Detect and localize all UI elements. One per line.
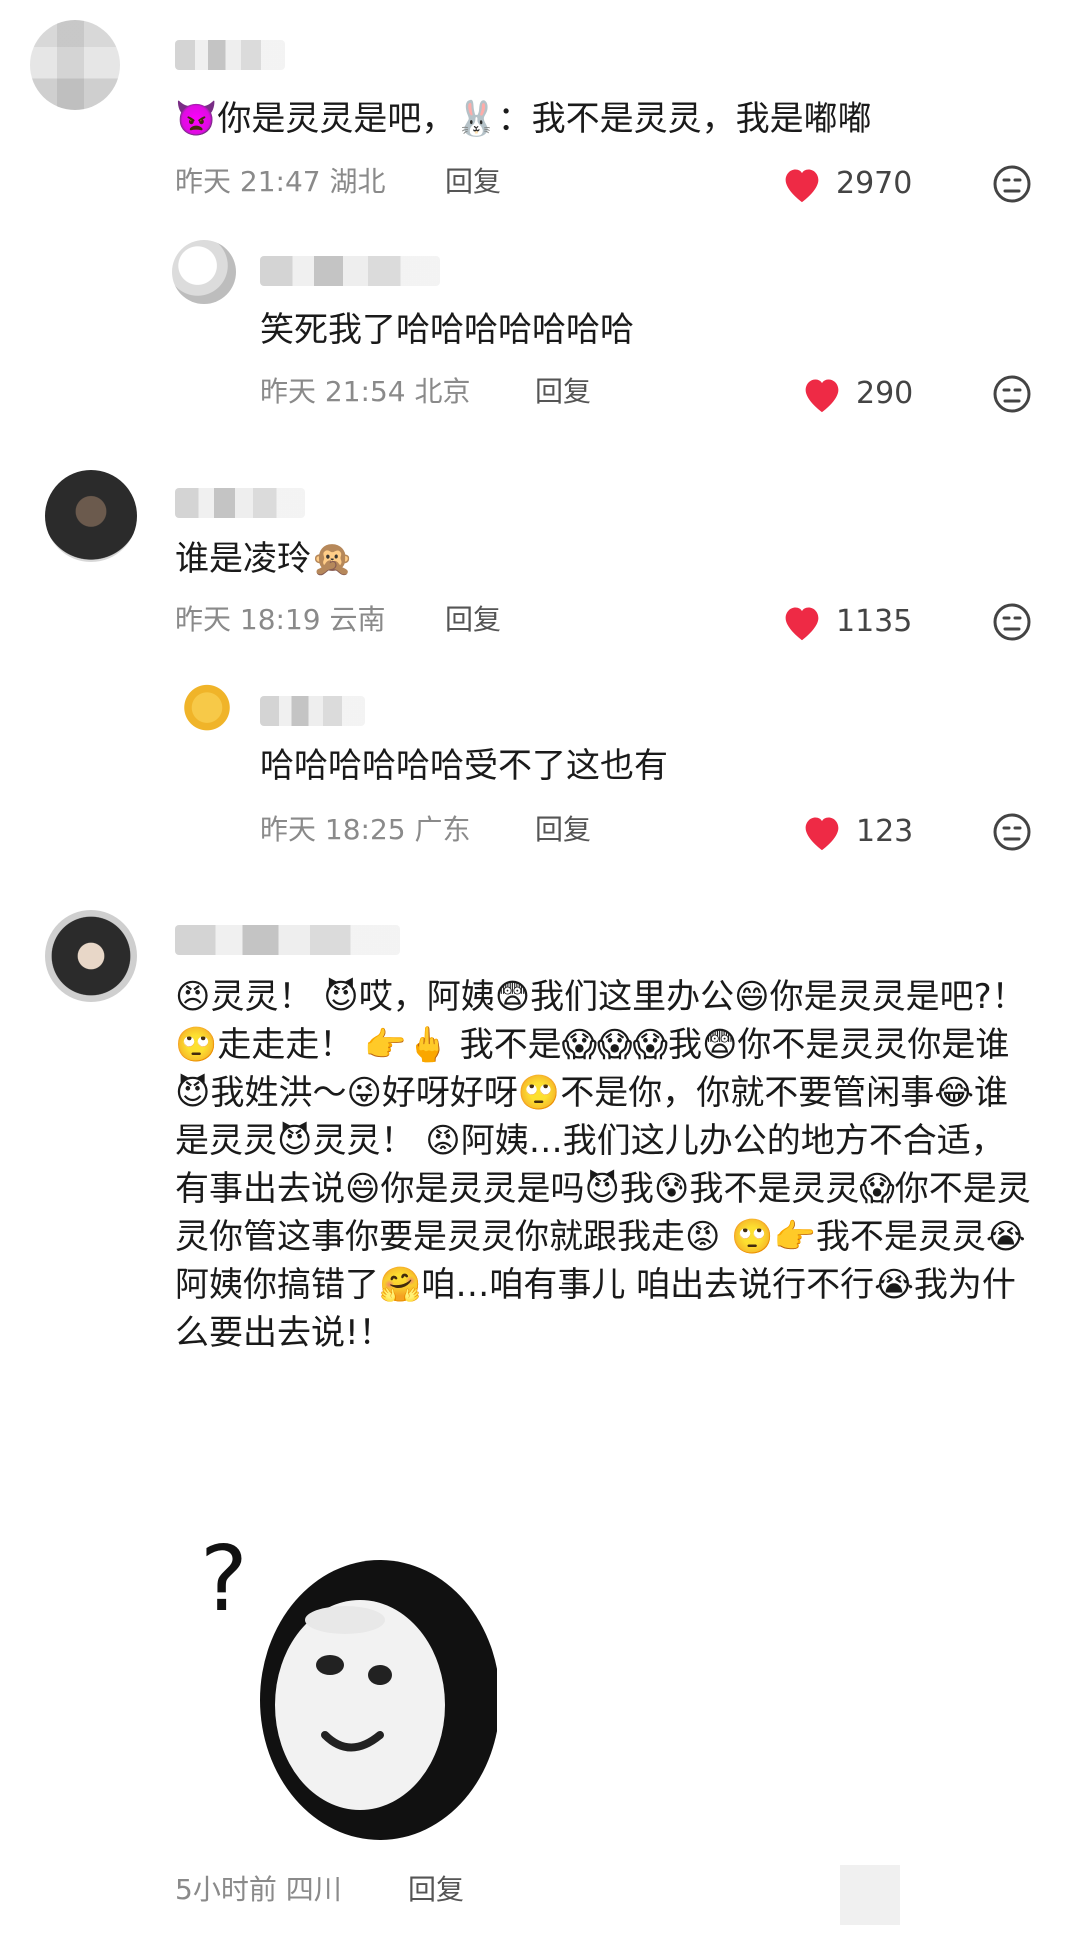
like-count: 2970 [836, 166, 913, 201]
comment-meta: 昨天 18:19 云南 [175, 603, 386, 636]
reply-button[interactable]: 回复 [535, 810, 591, 850]
comment-text: 笑死我了哈哈哈哈哈哈哈 [260, 310, 634, 350]
heart-icon [780, 602, 824, 642]
comment-meta: 昨天 18:25 广东 [260, 813, 471, 846]
comment-text: 😠灵灵！ 😈哎，阿姨😨我们这里办公😄你是灵灵是吧?！ 🙄走走走！ 👉🖕 我不是😱… [175, 977, 1037, 1353]
heart-icon [800, 374, 844, 414]
dislike-face-icon[interactable] [992, 812, 1032, 852]
like-button[interactable]: 123 [800, 812, 913, 852]
username-blurred[interactable] [260, 696, 365, 726]
reply-button[interactable]: 回复 [535, 372, 591, 412]
comment-text: 哈哈哈哈哈哈受不了这也有 [260, 746, 668, 786]
meme-image[interactable]: ? [175, 1525, 497, 1847]
like-count: 1135 [836, 604, 913, 639]
avatar[interactable] [45, 910, 137, 1002]
dislike-face-icon[interactable] [992, 374, 1032, 414]
watermark-obscured-area [780, 1865, 1080, 1925]
comment-text: 👿你是灵灵是吧，🐰：我不是灵灵，我是嘟嘟 [175, 99, 872, 139]
reply-button[interactable]: 回复 [445, 600, 501, 640]
comment-text: 谁是凌玲🙊 [175, 539, 354, 579]
dislike-face-icon[interactable] [992, 164, 1032, 204]
username-blurred[interactable] [260, 256, 440, 286]
like-button[interactable]: 1135 [780, 602, 912, 642]
avatar[interactable] [30, 20, 120, 110]
reply-button[interactable]: 回复 [445, 162, 501, 202]
username-blurred[interactable] [175, 488, 305, 518]
dislike-face-icon[interactable] [992, 602, 1032, 642]
like-count: 123 [856, 814, 914, 849]
svg-text:?: ? [200, 1527, 248, 1632]
like-button[interactable]: 290 [800, 374, 913, 414]
like-count: 290 [856, 376, 914, 411]
like-button[interactable]: 2970 [780, 164, 912, 204]
comment-meta: 昨天 21:54 北京 [260, 375, 471, 408]
avatar[interactable] [175, 682, 239, 746]
username-blurred[interactable] [175, 40, 285, 70]
avatar[interactable] [172, 240, 236, 304]
comment-meta: 5小时前 四川 [175, 1873, 342, 1906]
heart-icon [780, 164, 824, 204]
heart-icon [800, 812, 844, 852]
reply-button[interactable]: 回复 [408, 1870, 464, 1910]
username-blurred[interactable] [175, 925, 400, 955]
avatar[interactable] [45, 470, 137, 562]
comment-meta: 昨天 21:47 湖北 [175, 165, 386, 198]
